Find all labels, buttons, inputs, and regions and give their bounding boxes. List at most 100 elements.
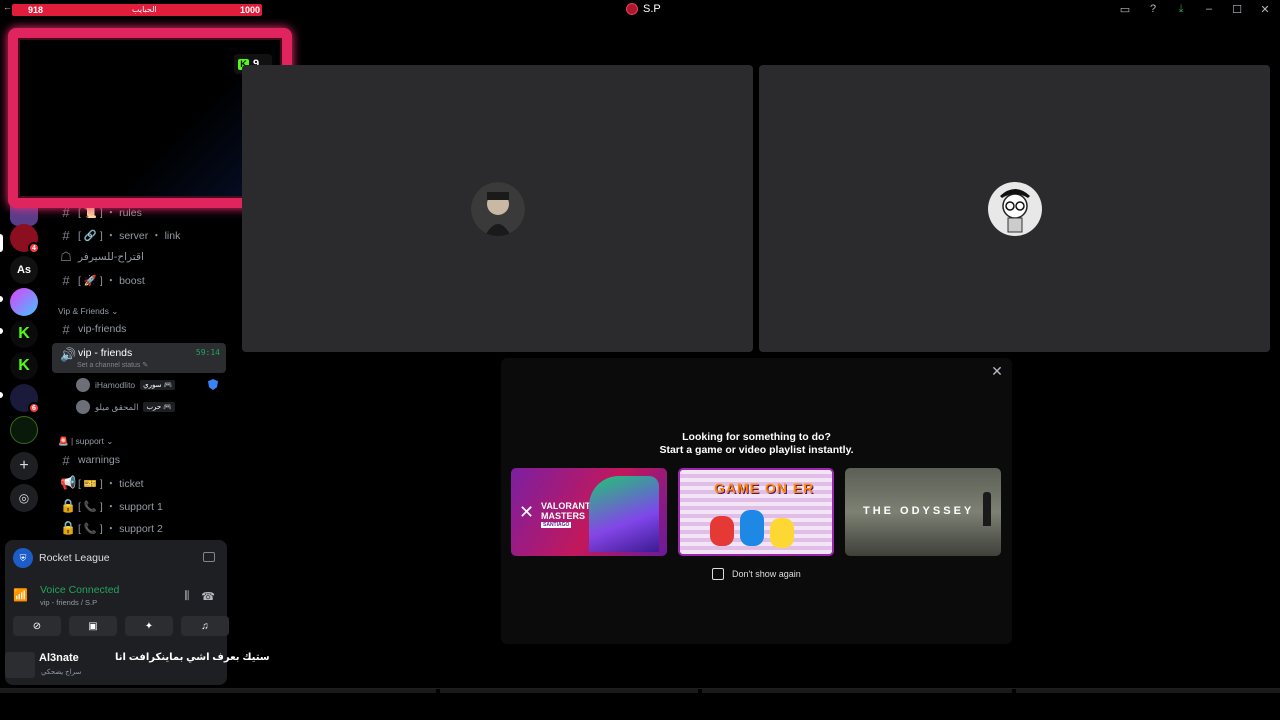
noise-suppression-icon[interactable]: ⫼ [184, 590, 189, 603]
voice-user[interactable]: المحقق ميلو حرب 🎮 [76, 398, 175, 416]
channel-label: [ 📞 ] ・ support 1 [78, 500, 163, 513]
user-tag: حرب 🎮 [143, 402, 175, 412]
bottom-segment [702, 689, 1012, 693]
window-title-text: S.P [643, 3, 661, 15]
announcement-channel-icon: 📢 [60, 475, 77, 490]
close-icon[interactable]: ✕ [990, 364, 1004, 378]
discover-icon[interactable]: ◎ [10, 484, 38, 512]
server-logo-icon [626, 3, 638, 15]
voice-actions: ⊘ ▣ ✦ ♫ [13, 616, 229, 636]
channel-status[interactable]: Set a channel status ✎ [77, 361, 148, 369]
bottom-segment [1016, 689, 1280, 693]
server-icon-night[interactable]: 6 [10, 384, 40, 414]
text-channel-icon: # [62, 272, 70, 288]
close-window-icon[interactable]: ✕ [1258, 2, 1272, 16]
category-vip-friends[interactable]: Vip & Friends ⌄ [58, 306, 118, 317]
activity-card-game-on[interactable]: GAME ON ER [678, 468, 834, 556]
dont-show-again[interactable]: Don't show again [712, 568, 801, 580]
server-icon-sp[interactable]: 4 [10, 224, 40, 254]
activity-card-valorant[interactable]: ✕ VALORANT MASTERS SANTIAGO [511, 468, 667, 556]
mention-badge: 6 [28, 402, 40, 414]
popup-heading: Looking for something to do? [682, 431, 831, 443]
avatar [5, 652, 35, 678]
text-channel-icon: # [62, 452, 70, 468]
window-title: S.P [626, 3, 661, 15]
voice-timer: 59:14 [195, 348, 220, 357]
bottom-bar [0, 688, 1280, 720]
channel-vip-friends-voice[interactable]: 🔊 vip - friends 59:14 Set a channel stat… [52, 343, 226, 373]
custom-status: سراج يضحكي [41, 669, 82, 676]
hp-current: 918 [28, 5, 44, 15]
voice-channel-icon: 🔊 [60, 347, 77, 362]
user-status-text: ستيك بعرف اشي بماينكرافت انا [115, 652, 270, 663]
camera-off-button[interactable]: ⊘ [13, 616, 61, 636]
server-icon-as[interactable]: As [10, 256, 38, 284]
account-row[interactable]: Al3nate ستيك بعرف اشي بماينكرافت انا سرا… [5, 648, 270, 684]
channel-label: [ 🚀 ] ・ boost [78, 274, 145, 287]
minimize-icon[interactable]: – [1202, 2, 1216, 16]
unread-indicator [0, 392, 3, 398]
category-support[interactable]: 🚨 | support ⌄ [58, 436, 113, 447]
text-channel-icon: # [62, 227, 70, 243]
voice-location[interactable]: vip - friends / S.P [40, 598, 97, 607]
locked-channel-icon: 🔒 [60, 520, 77, 535]
channel-vip-friends-text[interactable]: # vip-friends [52, 319, 226, 339]
avatar [76, 378, 90, 392]
maximize-icon[interactable]: ☐ [1230, 2, 1244, 16]
hp-label: الحبايب [132, 5, 157, 14]
user-tag: سوري 🎮 [140, 380, 176, 390]
activity-name: Rocket League [39, 552, 110, 564]
stream-game-icon[interactable] [203, 552, 215, 562]
channel-label: [ 📞 ] ・ support 2 [78, 522, 163, 535]
channel-support-2[interactable]: 🔒 [ 📞 ] ・ support 2 [52, 518, 226, 538]
signal-icon[interactable]: 📶 [13, 588, 29, 604]
voice-controls: ⫼ ☎ [184, 590, 215, 603]
activity-shield-icon [208, 379, 218, 390]
dont-show-label: Don't show again [732, 569, 801, 579]
channel-suggestions[interactable]: ☖ اقتراح-للسيرفر [52, 247, 226, 267]
forum-channel-icon: ☖ [60, 249, 72, 264]
channel-server-link[interactable]: # [ 🔗 ] ・ server ・ link [52, 225, 226, 245]
help-icon[interactable]: ? [1146, 2, 1160, 16]
server-icon-colorful[interactable] [10, 288, 38, 316]
voice-user-name: المحقق ميلو [95, 401, 139, 412]
server-icon-green[interactable] [10, 416, 38, 444]
soundboard-button[interactable]: ♫ [181, 616, 229, 636]
channel-label: [ 🎫 ] ・ ticket [78, 477, 144, 490]
channel-label: vip - friends [78, 347, 133, 359]
activity-row[interactable]: ⛨ Rocket League [13, 548, 110, 568]
disconnect-icon[interactable]: ☎ [201, 590, 215, 603]
screen-share-button[interactable]: ▣ [69, 616, 117, 636]
text-channel-icon: # [62, 321, 70, 337]
avatar [76, 400, 90, 414]
channel-support-1[interactable]: 🔒 [ 📞 ] ・ support 1 [52, 496, 226, 516]
video-tile-user-2[interactable] [759, 65, 1270, 352]
channel-label: warnings [78, 454, 121, 466]
popup-subheading: Start a game or video playlist instantly… [659, 444, 854, 456]
dont-show-checkbox[interactable] [712, 568, 724, 580]
card-title: GAME ON ER [714, 480, 815, 496]
channel-label: vip-friends [78, 323, 127, 335]
server-icon-kick-2[interactable]: K [10, 352, 38, 380]
inbox-icon[interactable]: ▭ [1118, 2, 1132, 16]
add-server-icon[interactable]: + [10, 452, 38, 480]
mention-badge: 4 [28, 242, 40, 254]
title-bar: ← 918 الحبايب 1000 S.P ▭ ? ⤓ – ☐ ✕ [0, 0, 1280, 20]
voice-status[interactable]: Voice Connected [40, 584, 119, 596]
download-icon[interactable]: ⤓ [1174, 2, 1188, 16]
server-icon-kick-1[interactable]: K [10, 320, 38, 348]
back-arrow-icon[interactable]: ← [3, 2, 12, 12]
cartoon-characters [710, 506, 800, 552]
channel-boost[interactable]: # [ 🚀 ] ・ boost [52, 270, 226, 290]
channel-ticket[interactable]: 📢 [ 🎫 ] ・ ticket [52, 473, 226, 493]
activities-button[interactable]: ✦ [125, 616, 173, 636]
figure-silhouette [983, 492, 991, 526]
channel-label: اقتراح-للسيرفر [78, 251, 144, 263]
locked-channel-icon: 🔒 [60, 498, 77, 513]
voice-user[interactable]: iHamodlito سوري 🎮 [76, 376, 176, 394]
active-server-indicator [0, 234, 3, 252]
health-bar: 918 الحبايب 1000 [12, 4, 262, 16]
video-tile-user-1[interactable] [242, 65, 753, 352]
activity-card-odyssey[interactable]: THE ODYSSEY [845, 468, 1001, 556]
channel-warnings[interactable]: # warnings [52, 450, 226, 470]
